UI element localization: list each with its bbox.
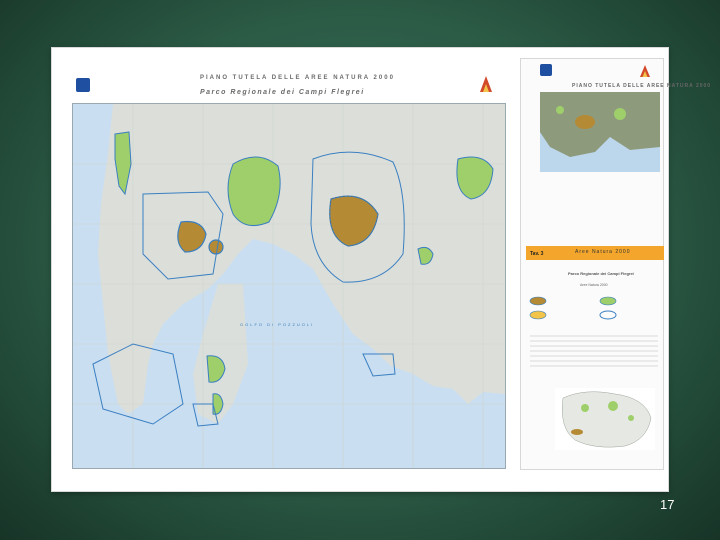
tav-label: Tav. 3 — [530, 251, 544, 257]
header-band-label: Aree Natura 2000 — [575, 249, 631, 255]
legend-table — [530, 332, 658, 372]
legend-swatches — [528, 295, 658, 325]
side-regione-logo-icon — [540, 64, 552, 76]
parco-logo-icon — [478, 74, 494, 94]
inset-map — [555, 388, 655, 450]
legend-heading: Parco Regionale dei Campi Flegrei — [568, 271, 634, 276]
legend-subheading: Aree Natura 2000 — [580, 283, 608, 287]
slide-number: 17 — [660, 497, 675, 512]
overview-map — [540, 92, 660, 172]
map-title: PIANO TUTELA DELLE AREE NATURA 2000 — [200, 75, 395, 81]
main-map — [72, 103, 506, 469]
map-subtitle: Parco Regionale dei Campi Flegrei — [200, 89, 365, 96]
side-title: PIANO TUTELA DELLE AREE NATURA 2000 — [572, 83, 712, 89]
side-parco-logo-icon — [638, 63, 652, 79]
regione-logo-icon — [76, 78, 90, 92]
sea-label: GOLFO DI POZZUOLI — [240, 322, 315, 327]
